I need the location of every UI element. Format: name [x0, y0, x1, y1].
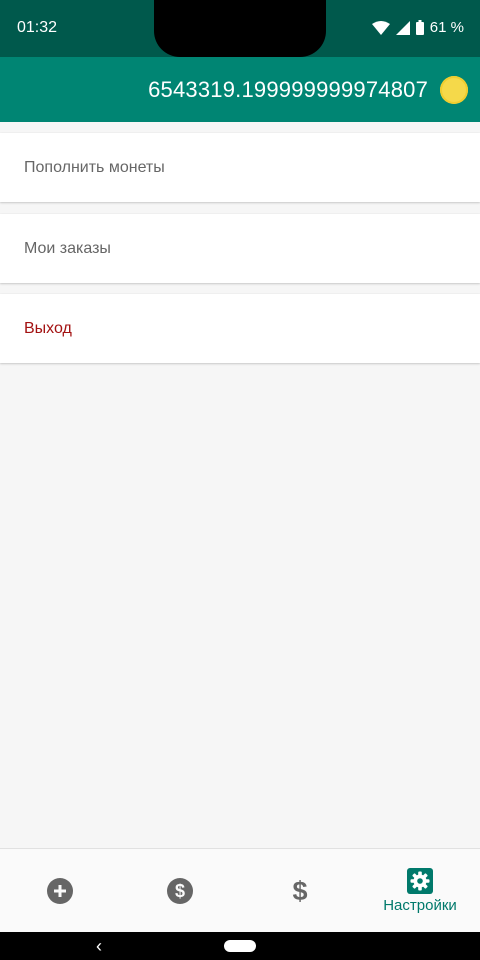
coin-icon: [440, 75, 468, 104]
svg-text:$: $: [175, 881, 185, 901]
battery-icon: [415, 20, 424, 35]
top-up-coins-label: Пополнить монеты: [24, 158, 165, 176]
bottom-nav: $ $ Настройки: [0, 848, 480, 932]
svg-text:$: $: [292, 877, 307, 905]
home-pill[interactable]: [224, 940, 256, 952]
top-up-coins-item[interactable]: Пополнить монеты: [0, 133, 480, 202]
system-nav-bar: ‹: [0, 932, 480, 960]
back-icon[interactable]: ‹: [96, 937, 102, 955]
nav-add[interactable]: [0, 849, 120, 932]
settings-icon: [407, 867, 433, 894]
battery-percent: 61 %: [429, 19, 464, 36]
nav-settings[interactable]: Настройки: [360, 849, 480, 932]
my-orders-label: Мои заказы: [24, 239, 111, 257]
nav-settings-label: Настройки: [383, 896, 457, 914]
screen: 01:32 61 % 6543319.199999999974807 Попол…: [0, 0, 480, 960]
wifi-icon: [371, 20, 390, 35]
signal-icon: [395, 20, 410, 35]
display-notch: [154, 0, 326, 57]
dollar-circle-icon: $: [167, 877, 193, 904]
app-bar: 6543319.199999999974807: [0, 57, 480, 122]
logout-label: Выход: [24, 319, 72, 337]
nav-coins[interactable]: $: [120, 849, 240, 932]
status-bar: 01:32 61 %: [0, 0, 480, 57]
status-time: 01:32: [17, 19, 58, 36]
my-orders-item[interactable]: Мои заказы: [0, 214, 480, 283]
coin-balance: 6543319.199999999974807: [148, 76, 428, 102]
logout-item[interactable]: Выход: [0, 294, 480, 363]
add-circle-icon: [47, 877, 73, 904]
dollar-icon: $: [292, 877, 307, 905]
status-icons: 61 %: [371, 19, 464, 36]
nav-payments[interactable]: $: [240, 849, 360, 932]
